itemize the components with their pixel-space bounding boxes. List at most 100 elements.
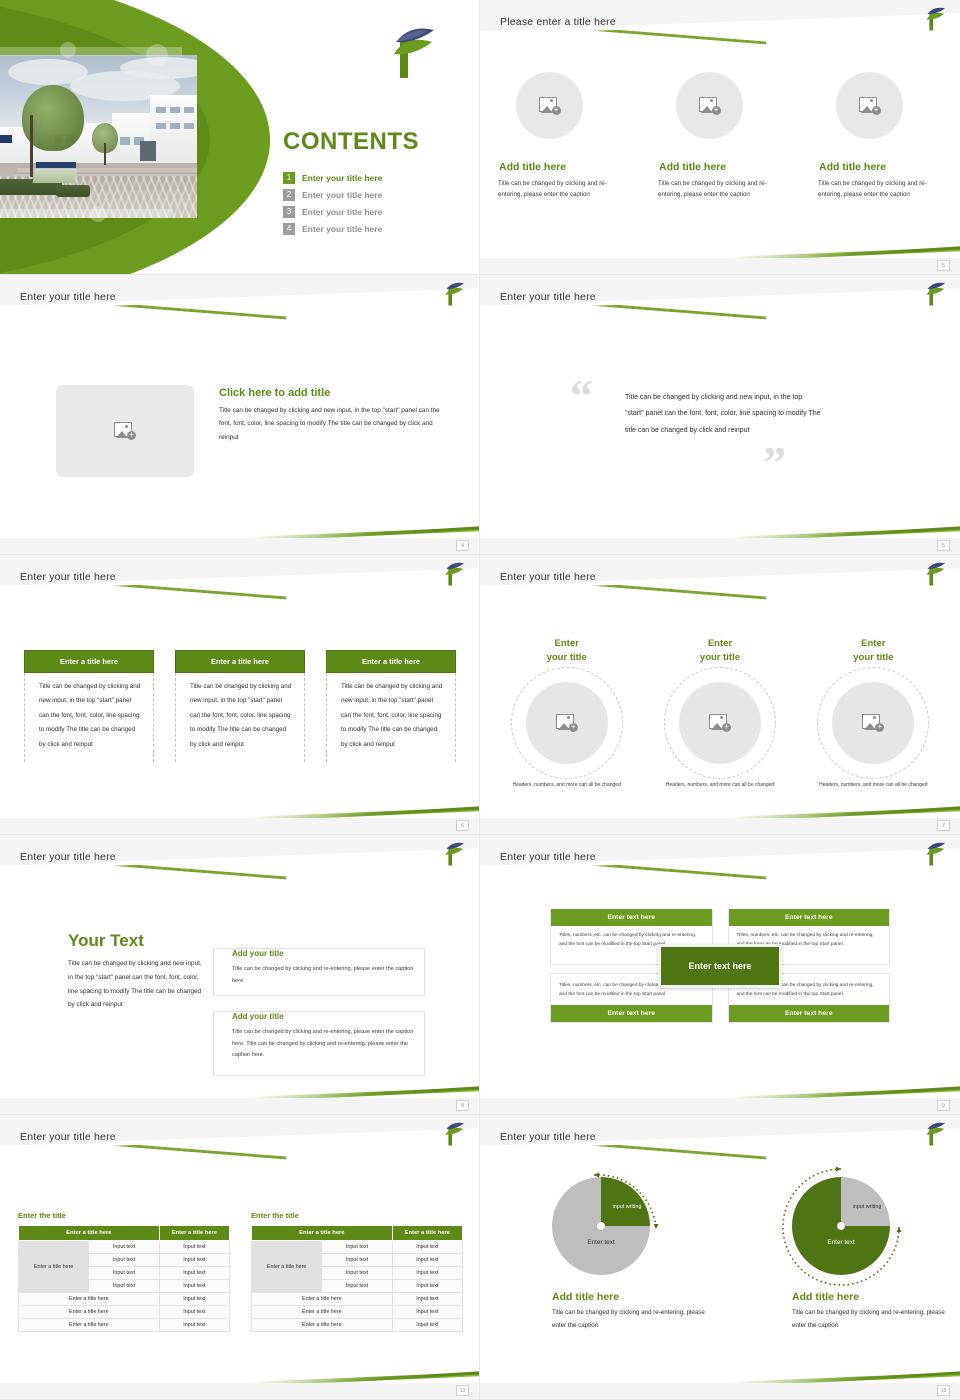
table-row[interactable]: Enter a title here Input text (18, 1318, 231, 1332)
pie-chart-column[interactable]: input writing Enter text Add title here … (720, 1166, 960, 1332)
column[interactable]: Enter your title + Headers, numbers, and… (490, 637, 643, 790)
pie-chart-2: input writing Enter text (782, 1166, 902, 1286)
row-label[interactable]: Enter a title here (18, 1292, 160, 1306)
pie-chart-column[interactable]: input writing Enter text Add title here … (480, 1172, 720, 1332)
cell[interactable]: Input text (88, 1253, 160, 1267)
cover-photo (0, 55, 197, 218)
slide-deck: CONTENTS 1 Enter your title here 2 Enter… (0, 0, 960, 1400)
image-placeholder[interactable]: + (678, 681, 761, 764)
slide-footer (480, 1098, 960, 1114)
cell[interactable]: Input text (391, 1292, 464, 1306)
cell[interactable]: Input text (158, 1292, 231, 1306)
column-body: Title can be changed by clicking and re-… (658, 180, 767, 199)
slide-pie-charts[interactable]: Enter your title here input writing Ente… (480, 1115, 960, 1400)
data-table[interactable]: Enter a title here Enter a title here En… (17, 1225, 231, 1332)
row-label[interactable]: Enter a title here (18, 1318, 160, 1332)
cell[interactable]: Input text (158, 1240, 231, 1254)
page-number: 13 (456, 1385, 469, 1396)
cell[interactable]: Input text (88, 1266, 160, 1280)
card[interactable]: Add your title Title can be changed by c… (213, 948, 425, 996)
photo-window (156, 123, 166, 129)
table-row[interactable]: Enter a title here Input text Input text (250, 1240, 464, 1293)
cell[interactable]: Input text (158, 1266, 231, 1280)
slide-image-text[interactable]: Enter your title here + Click here to ad… (0, 275, 480, 555)
column[interactable]: + Add title here Title can be changed by… (800, 72, 960, 201)
list-item[interactable]: 3 Enter your title here (283, 206, 473, 218)
cell[interactable]: Input text (88, 1240, 160, 1254)
slide-quadrant-matrix[interactable]: Enter your title here Enter text here Ti… (480, 835, 960, 1115)
cell[interactable]: Input text (321, 1266, 393, 1280)
cell[interactable]: Input text (391, 1279, 464, 1293)
page-number: 4 (456, 540, 469, 551)
column[interactable]: Enter your title + Headers, numbers, and… (643, 637, 796, 790)
page-number: 5 (937, 260, 950, 271)
image-placeholder[interactable]: + (832, 681, 915, 764)
card[interactable]: Enter a title here Title can be changed … (24, 650, 154, 763)
row-label[interactable]: Enter a title here (251, 1305, 393, 1319)
pie-slice-label-1: input writing (612, 1204, 642, 1210)
slide-ring-circles[interactable]: Enter your title here Enter your title + (480, 555, 960, 835)
toc-label: Enter your title here (302, 207, 383, 217)
slide-footer (0, 818, 479, 834)
cell[interactable]: Input text (158, 1318, 231, 1332)
cell[interactable]: Input text (391, 1266, 464, 1280)
matrix-center-label[interactable]: Enter text here (658, 944, 782, 989)
slide-quote[interactable]: Enter your title here “ Title can be cha… (480, 275, 960, 555)
row-label[interactable]: Enter a title here (251, 1292, 393, 1306)
cell[interactable]: Input text (391, 1240, 464, 1254)
cell[interactable]: Input text (88, 1279, 160, 1293)
column-title: Add title here (659, 161, 727, 173)
cell[interactable]: Input text (158, 1305, 231, 1319)
card-body: Title can be changed by clicking and re-… (232, 1029, 414, 1059)
list-item[interactable]: 1 Enter your title here (283, 172, 473, 184)
card[interactable]: Enter a title here Title can be changed … (175, 650, 305, 763)
table-block: Enter the title Enter a title here Enter… (250, 1211, 464, 1332)
slide-text-and-cards[interactable]: Enter your title here Your Text Title ca… (0, 835, 480, 1115)
row-label[interactable]: Enter a title here (18, 1305, 160, 1319)
image-placeholder[interactable]: + (836, 72, 903, 139)
quote-close-icon: ” (763, 437, 786, 488)
dashed-ring: + (510, 666, 623, 779)
column[interactable]: + Add title here Title can be changed by… (480, 72, 640, 201)
table-row[interactable]: Enter a title here Input text Input text (17, 1240, 231, 1293)
cell[interactable]: Input text (391, 1253, 464, 1267)
list-item[interactable]: 4 Enter your title here (283, 223, 473, 235)
image-placeholder[interactable]: + (516, 72, 583, 139)
column[interactable]: + Add title here Title can be changed by… (640, 72, 800, 201)
card-header: Enter a title here (326, 650, 456, 673)
leaf-sprout-logo (441, 281, 465, 312)
slide-three-circles[interactable]: Please enter a title here + Add title he… (480, 0, 960, 275)
page-title: Please enter a title here (500, 16, 616, 28)
slide-tables[interactable]: Enter your title here Enter the title En… (0, 1115, 480, 1400)
leaf-sprout-logo (441, 1121, 465, 1152)
cell[interactable]: Input text (158, 1279, 231, 1293)
toc-number: 4 (283, 223, 295, 235)
cell[interactable]: Input text (321, 1279, 393, 1293)
table-row[interactable]: Enter a title here Input text (251, 1318, 464, 1332)
cell[interactable]: Input text (391, 1305, 464, 1319)
table-row[interactable]: Enter a title here Input text (251, 1305, 464, 1319)
list-item[interactable]: 2 Enter your title here (283, 189, 473, 201)
pie-base-label-1: Enter text (587, 1239, 615, 1246)
page-number: 9 (937, 1100, 950, 1111)
table-row[interactable]: Enter a title here Input text (18, 1305, 231, 1319)
table-row[interactable]: Enter a title here Input text (18, 1292, 231, 1306)
card[interactable]: Enter a title here Title can be changed … (326, 650, 456, 763)
image-placeholder[interactable]: + (525, 681, 608, 764)
slide-cover[interactable]: CONTENTS 1 Enter your title here 2 Enter… (0, 0, 480, 275)
column-header: Enter a title here (18, 1225, 160, 1241)
cell[interactable]: Input text (158, 1253, 231, 1267)
image-placeholder[interactable]: + (676, 72, 743, 139)
cell[interactable]: Input text (391, 1318, 464, 1332)
table-row[interactable]: Enter a title here Input text (251, 1292, 464, 1306)
table-caption: Enter the title (251, 1211, 299, 1220)
slide-three-cards[interactable]: Enter your title here Enter a title here… (0, 555, 480, 835)
cell[interactable]: Input text (321, 1253, 393, 1267)
cover-accent-bar (0, 209, 172, 218)
data-table[interactable]: Enter a title here Enter a title here En… (250, 1225, 464, 1332)
card[interactable]: Add your title Title can be changed by c… (213, 1011, 425, 1076)
cell[interactable]: Input text (321, 1240, 393, 1254)
row-label[interactable]: Enter a title here (251, 1318, 393, 1332)
column[interactable]: Enter your title + Headers, numbers, and… (797, 637, 950, 790)
image-placeholder[interactable]: + (56, 385, 194, 477)
